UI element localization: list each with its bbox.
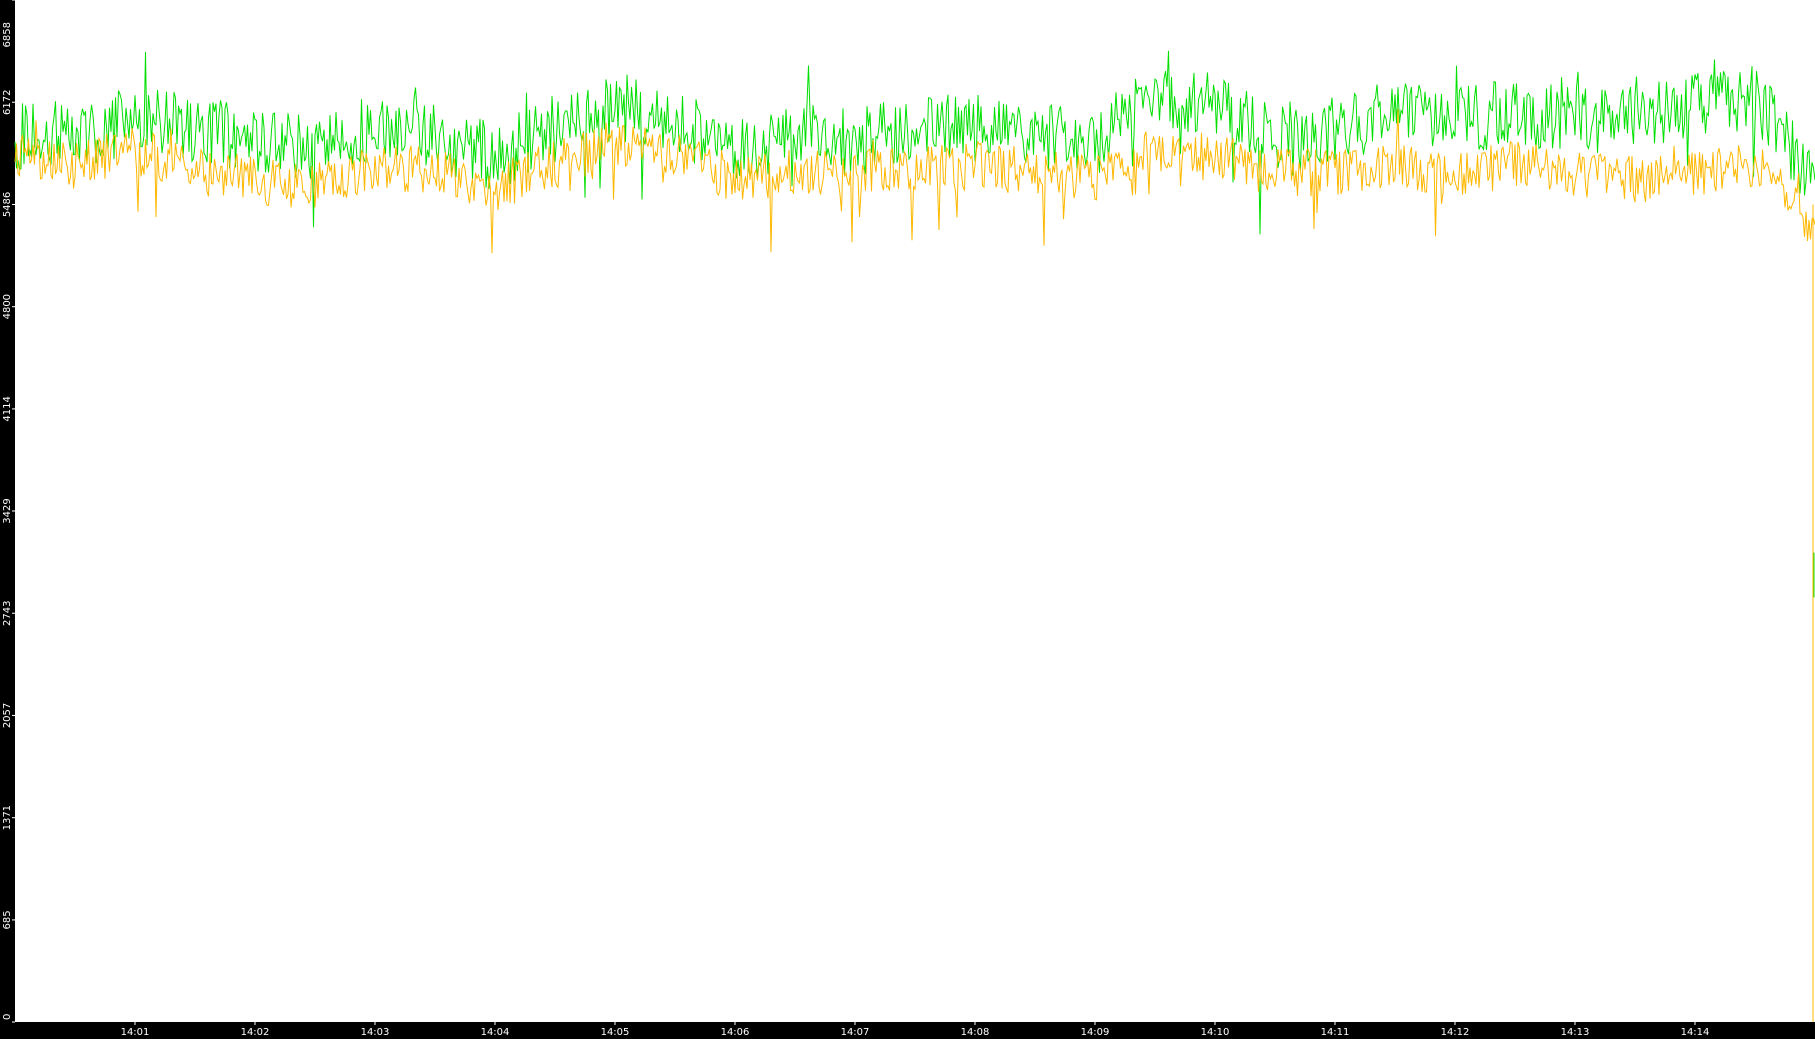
chart-root: 0 685 1371 2057 2743 3429 4114 4800 5486 6172 6858… <box>0 0 1815 1039</box>
y-tick-label: 4800 <box>2 294 13 319</box>
y-tick-label: 6172 <box>2 90 13 115</box>
x-tick-label: 14:02 <box>241 1027 270 1038</box>
y-tick-label: 2057 <box>2 703 13 728</box>
line-chart: 0 685 1371 2057 2743 3429 4114 4800 5486 6172 6858… <box>2 0 1815 1038</box>
x-tick-label: 14:13 <box>1561 1027 1590 1038</box>
y-tick-label: 1371 <box>2 805 13 830</box>
x-tick-label: 14:03 <box>361 1027 390 1038</box>
y-tick-label: 2743 <box>2 601 13 626</box>
x-tick-label: 14:11 <box>1321 1027 1350 1038</box>
y-tick-label: 685 <box>2 910 13 929</box>
x-tick-label: 14:05 <box>601 1027 630 1038</box>
x-tick-label: 14:12 <box>1441 1027 1470 1038</box>
x-tick-label: 14:06 <box>721 1027 750 1038</box>
y-tick-label: 5486 <box>2 192 13 217</box>
y-tick-label: 3429 <box>2 498 13 523</box>
y-axis-ticks: 0 685 1371 2057 2743 3429 4114 4800 5486 6172 6858 <box>2 0 15 1023</box>
y-tick-label: 0 <box>2 1014 13 1020</box>
x-tick-label: 14:07 <box>841 1027 870 1038</box>
x-tick-label: 14:01 <box>121 1027 150 1038</box>
x-tick-label: 14:04 <box>481 1027 510 1038</box>
y-tick-label: 4114 <box>2 396 13 421</box>
x-axis-ticks: 14:01 14:02 14:03 14:04 14:05 14:06 14:07 14:08… <box>121 1022 1710 1038</box>
x-tick-label: 14:08 <box>961 1027 990 1038</box>
x-tick-label: 14:10 <box>1201 1027 1230 1038</box>
y-tick-label: 6858 <box>2 22 13 47</box>
x-tick-label: 14:14 <box>1681 1027 1710 1038</box>
x-tick-label: 14:09 <box>1081 1027 1110 1038</box>
plot-area <box>15 0 1815 1022</box>
